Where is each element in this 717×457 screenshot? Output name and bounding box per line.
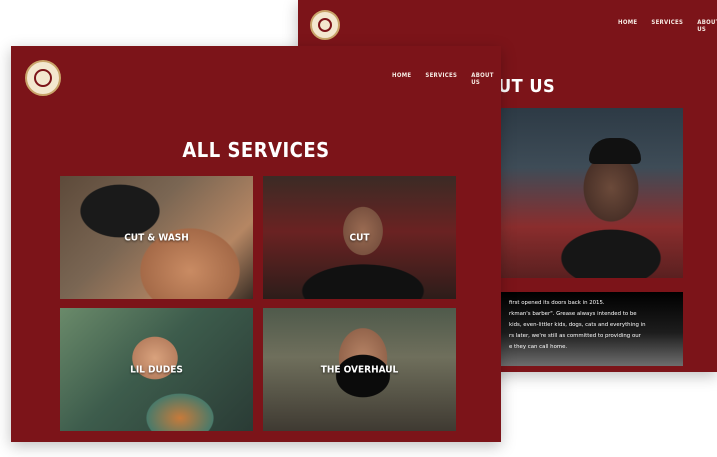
service-label: THE OVERHAUL <box>320 364 399 375</box>
nav-home[interactable]: HOME <box>392 72 411 86</box>
about-line: first opened its doors back in 2015. <box>509 300 605 306</box>
service-label: LIL DUDES <box>130 364 183 375</box>
nav-about-us[interactable]: ABOUT US <box>471 72 501 86</box>
barbershop-logo[interactable] <box>310 10 340 40</box>
service-label: CUT & WASH <box>124 232 189 243</box>
about-line: rkman's barber". Grease always intended … <box>509 311 637 317</box>
service-label: CUT <box>349 232 370 243</box>
service-card-lil-dudes[interactable]: LIL DUDES <box>60 308 253 431</box>
service-card-cut-wash[interactable]: CUT & WASH <box>60 176 253 299</box>
services-page-preview: HOME SERVICES ABOUT US ALL SERVICES CUT … <box>11 46 501 442</box>
back-nav: HOME SERVICES ABOUT US <box>618 19 717 33</box>
service-card-cut[interactable]: CUT <box>263 176 456 299</box>
nav-about-us[interactable]: ABOUT US <box>697 19 717 33</box>
about-line: e they can call home. <box>509 344 568 350</box>
barber-photo <box>501 108 683 278</box>
page-title: ALL SERVICES <box>182 138 330 162</box>
about-line: rs later, we're still as committed to pr… <box>509 333 641 339</box>
nav-services[interactable]: SERVICES <box>425 72 457 86</box>
about-line: kids, even-littler kids, dogs, cats and … <box>509 322 646 328</box>
about-title: UT US <box>498 76 556 97</box>
front-nav: HOME SERVICES ABOUT US <box>392 72 501 86</box>
service-card-the-overhaul[interactable]: THE OVERHAUL <box>263 308 456 431</box>
nav-home[interactable]: HOME <box>618 19 637 33</box>
about-text-block: first opened its doors back in 2015. rkm… <box>501 292 683 366</box>
nav-services[interactable]: SERVICES <box>651 19 683 33</box>
barbershop-logo[interactable] <box>25 60 61 96</box>
